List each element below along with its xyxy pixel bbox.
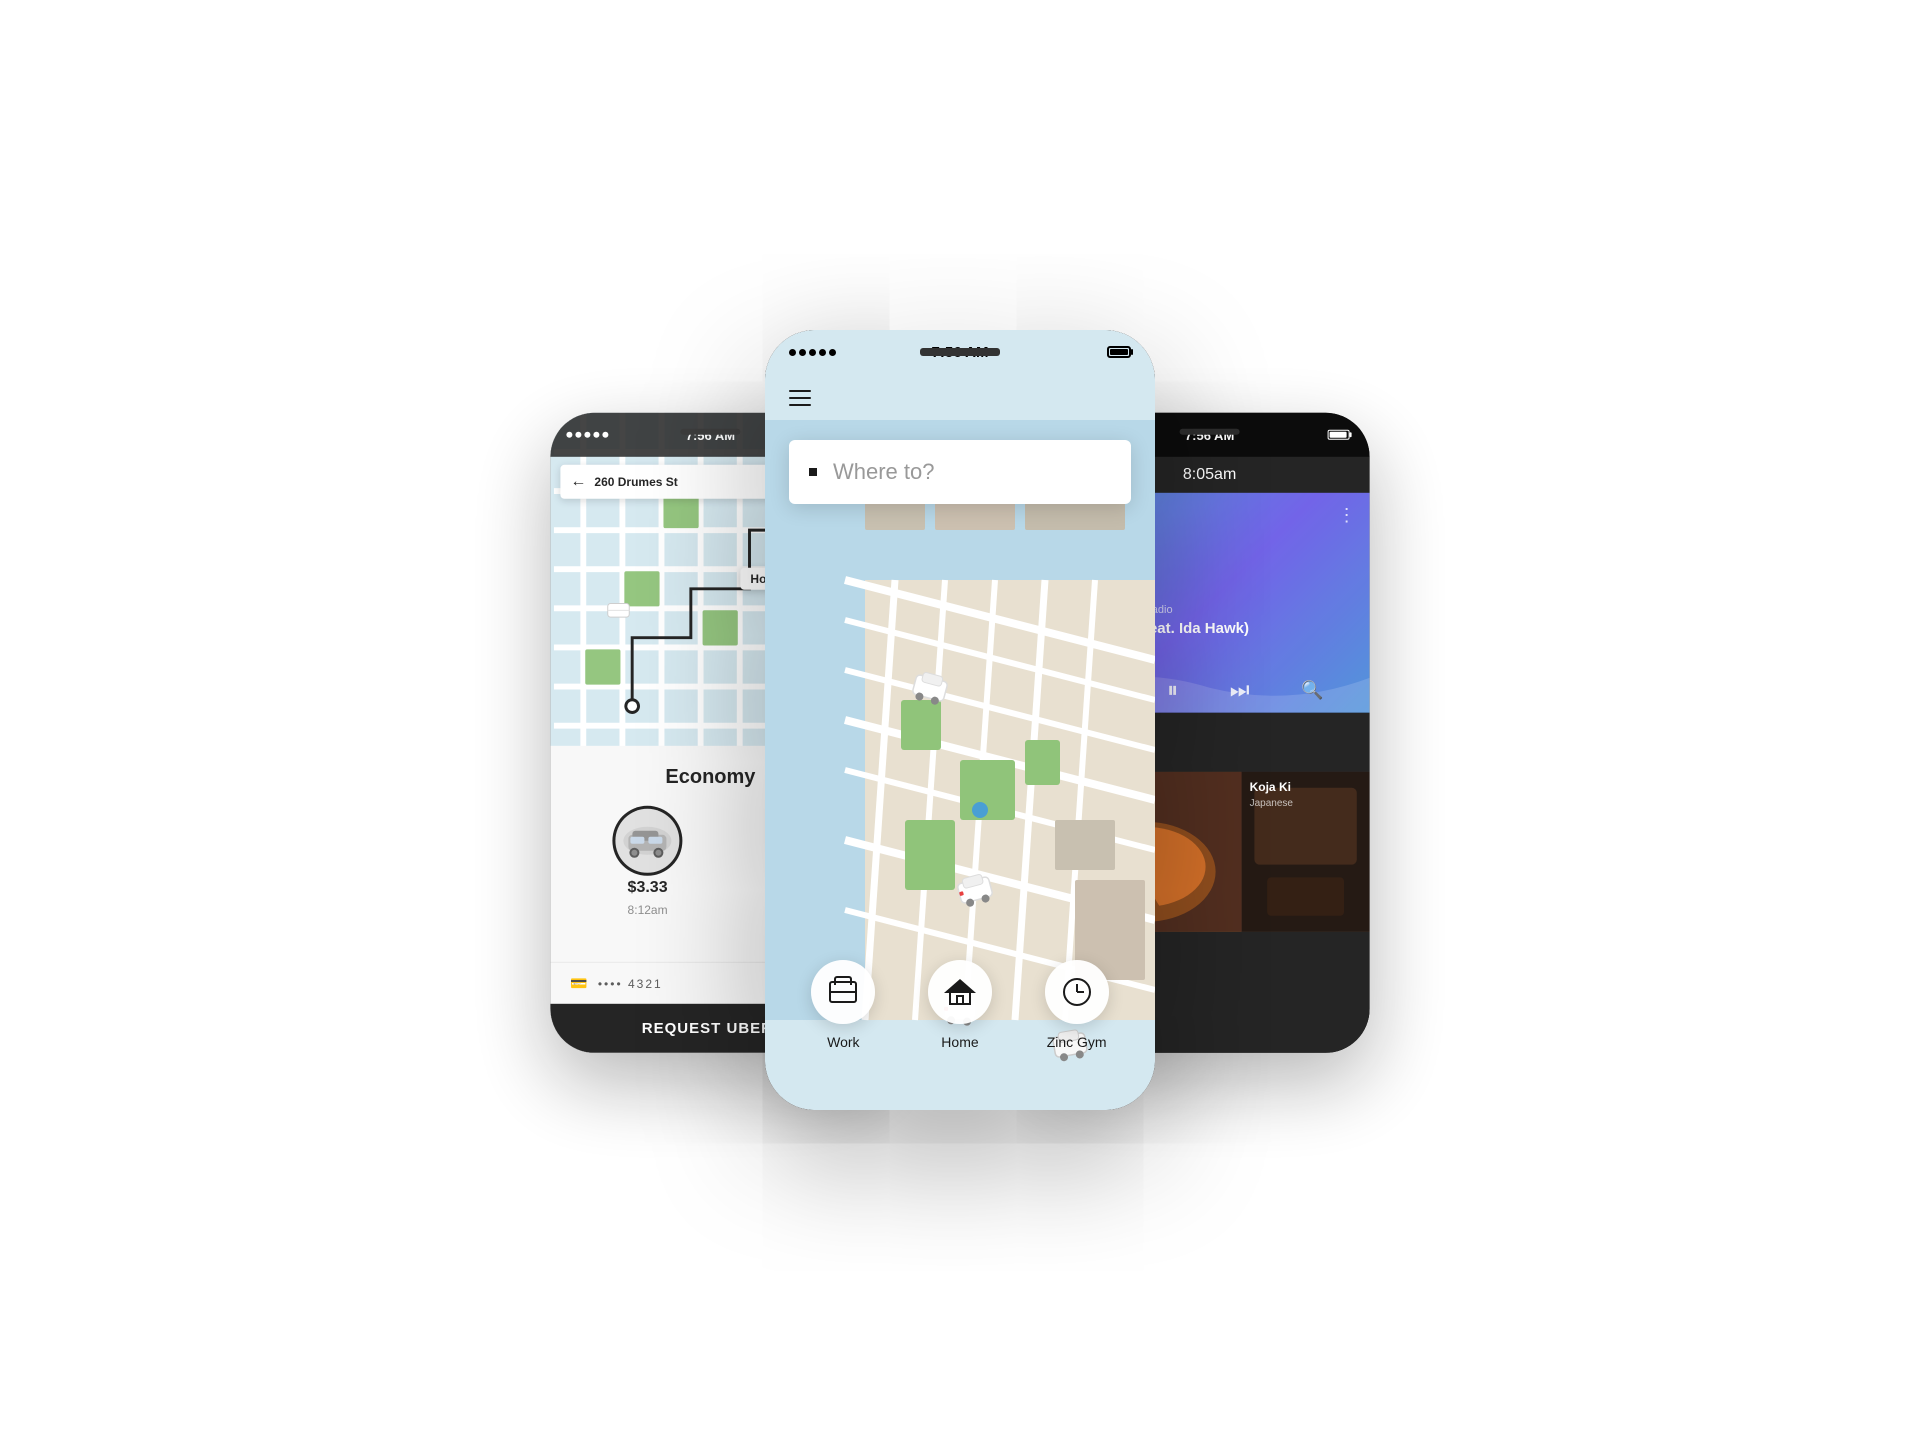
dock-work-label: Work (827, 1034, 859, 1050)
center-battery (1107, 346, 1131, 358)
dock-home-label: Home (941, 1034, 978, 1050)
dock-item-work[interactable]: Work (811, 960, 875, 1050)
notification-time-text: 8:05am (1183, 466, 1236, 484)
center-phone-speaker (920, 348, 1000, 356)
ride-1-price: $3.33 (628, 879, 668, 897)
search-music-button[interactable]: 🔍 (1301, 679, 1323, 700)
ride-1-time: 8:12am (628, 903, 668, 917)
right-battery (1328, 430, 1350, 440)
bottom-dock: Work Home (765, 930, 1155, 1110)
card-icon: 💳 (570, 975, 587, 992)
koja-type: Japanese (1250, 798, 1293, 809)
hamburger-line-2 (789, 397, 811, 399)
center-phone: 7:56 AM Where to? (765, 330, 1155, 1110)
briefcase-icon (829, 981, 857, 1003)
food-item-koja[interactable]: Koja Ki Japanese (1242, 772, 1370, 932)
dock-home-icon-circle (928, 960, 992, 1024)
back-arrow-icon[interactable]: ← (570, 473, 586, 491)
search-bar[interactable]: Where to? (789, 440, 1131, 504)
dock-item-zinc-gym[interactable]: Zinc Gym (1045, 960, 1109, 1050)
koja-name: Koja Ki (1250, 780, 1291, 794)
hamburger-menu[interactable] (789, 390, 811, 406)
ride-option-1-image (616, 809, 680, 873)
search-placeholder: Where to? (833, 459, 935, 485)
dock-item-home[interactable]: Home (928, 960, 992, 1050)
center-signal (789, 349, 836, 356)
search-dot-icon (809, 468, 817, 476)
skip-button[interactable]: ⏭ (1230, 677, 1250, 703)
hamburger-line-1 (789, 390, 811, 392)
music-more-icon[interactable]: ⋮ (1338, 505, 1358, 526)
left-phone-speaker (680, 429, 740, 435)
pause-button[interactable]: ⏸ (1167, 677, 1178, 703)
dock-work-icon-circle (811, 960, 875, 1024)
dock-gym-label: Zinc Gym (1047, 1034, 1107, 1050)
ride-option-1[interactable]: $3.33 8:12am (566, 809, 728, 917)
history-icon (1063, 978, 1091, 1006)
dock-gym-icon-circle (1045, 960, 1109, 1024)
right-phone-speaker (1180, 429, 1240, 435)
hamburger-line-3 (789, 404, 811, 406)
home-icon (946, 979, 974, 1005)
address-text: 260 Drumes St (594, 475, 677, 489)
card-number: •••• 4321 (598, 976, 663, 990)
